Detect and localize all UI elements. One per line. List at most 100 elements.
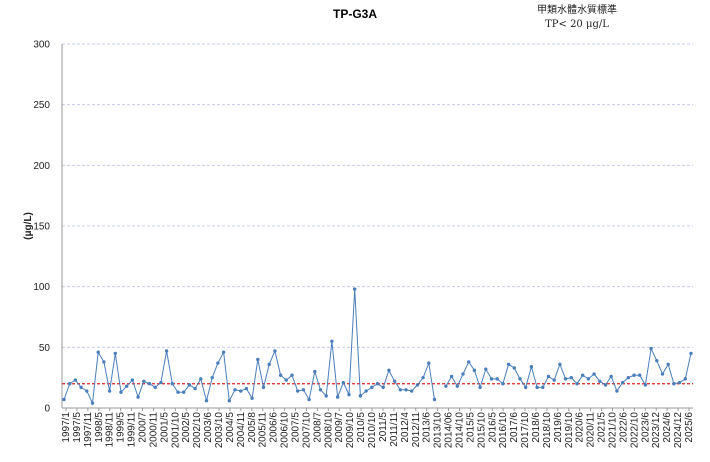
x-tick-label: 2004/5 <box>225 412 236 443</box>
data-point <box>301 388 306 392</box>
data-point <box>307 397 311 402</box>
x-tick-label: 2022/10 <box>629 412 640 449</box>
data-point <box>598 379 602 384</box>
data-point <box>518 377 522 381</box>
data-point <box>210 375 214 380</box>
data-point <box>375 382 380 386</box>
data-point <box>153 385 157 390</box>
x-tick-label: 2009/10 <box>345 412 356 449</box>
x-tick-label: 2012/4 <box>400 412 411 443</box>
data-point <box>221 350 226 354</box>
data-point <box>683 377 687 381</box>
data-point <box>113 351 118 356</box>
data-point <box>398 388 402 392</box>
x-tick-label: 2005/8 <box>247 412 258 443</box>
x-tick-label: 1997/5 <box>72 412 83 443</box>
x-tick-label: 2023/12 <box>651 412 662 449</box>
x-tick-label: 2005/11 <box>258 412 269 448</box>
data-point <box>495 377 499 381</box>
x-tick-label: 2015/5 <box>465 412 476 443</box>
data-point <box>284 378 288 382</box>
data-point <box>199 377 203 381</box>
data-point <box>666 362 670 367</box>
x-tick-label: 2004/11 <box>236 412 247 448</box>
data-point <box>239 389 243 393</box>
x-tick-label: 2001/10 <box>170 412 181 449</box>
y-tick-label: 100 <box>33 282 50 293</box>
data-point <box>421 375 425 380</box>
data-point <box>660 372 665 376</box>
data-point <box>125 384 129 388</box>
data-point <box>444 384 448 388</box>
x-tick-label: 1997/11 <box>83 412 94 448</box>
data-point <box>472 368 477 373</box>
x-tick-label: 1998/5 <box>94 412 105 443</box>
data-point <box>558 362 562 367</box>
data-point <box>142 379 146 384</box>
x-tick-label: 2014/10 <box>454 412 465 449</box>
x-tick-label: 2002/5 <box>181 412 192 443</box>
data-point <box>638 373 642 377</box>
x-tick-label: 2023/6 <box>640 412 651 443</box>
data-point <box>324 394 328 398</box>
x-tick-label: 2016/5 <box>487 412 498 443</box>
x-tick-label: 2003/10 <box>214 412 225 449</box>
x-tick-label: 2021/10 <box>607 412 618 449</box>
x-tick-label: 2007/10 <box>301 412 312 449</box>
data-point <box>575 382 579 386</box>
x-tick-label: 2015/10 <box>476 412 487 449</box>
x-tick-label: 2020/11 <box>586 412 597 448</box>
x-tick-label: 2006/10 <box>280 412 291 449</box>
data-point <box>392 379 397 384</box>
x-tick-label: 2018/10 <box>542 412 553 449</box>
data-point <box>370 385 374 390</box>
x-tick-label: 2003/6 <box>203 412 214 443</box>
data-point <box>330 339 334 343</box>
data-point <box>96 350 100 354</box>
x-tick-label: 2001/5 <box>159 412 170 443</box>
data-point <box>102 360 106 364</box>
data-point <box>455 384 459 388</box>
x-tick-label: 2024/12 <box>673 412 684 449</box>
data-point <box>569 375 573 380</box>
y-tick-labels: 0 50 100 150 200 250 300 <box>33 40 50 415</box>
data-point <box>649 346 653 351</box>
data-point <box>546 374 551 379</box>
data-point <box>529 365 534 369</box>
data-point <box>603 383 608 387</box>
series-tp <box>62 287 693 405</box>
x-tick-label: 2013/6 <box>422 412 433 443</box>
data-point <box>689 351 693 356</box>
data-point <box>267 362 271 367</box>
data-point <box>204 399 209 403</box>
x-tick-label: 1998/11 <box>105 412 116 448</box>
data-point <box>563 377 568 381</box>
data-point <box>358 394 363 398</box>
data-point <box>432 397 437 402</box>
x-tick-label: 2024/6 <box>662 412 673 443</box>
data-point <box>415 383 420 387</box>
data-point <box>643 383 648 387</box>
data-point <box>615 389 619 393</box>
y-axis-label: (μg/L) <box>23 212 34 240</box>
x-tick-label: 2017/6 <box>509 412 520 443</box>
x-tick-label: 2022/6 <box>618 412 629 443</box>
data-point <box>79 385 83 390</box>
y-tick-label: 50 <box>39 343 51 354</box>
data-point <box>552 378 556 382</box>
x-tick-label: 2021/5 <box>597 412 608 443</box>
data-point <box>273 349 277 353</box>
x-tick-label: 2013/10 <box>433 412 444 449</box>
data-point <box>68 382 72 386</box>
x-tick-label: 2011/11 <box>389 412 400 447</box>
data-point <box>626 375 630 380</box>
grid-lines <box>62 43 693 348</box>
data-point <box>609 374 613 379</box>
data-point <box>461 372 465 376</box>
data-point <box>233 388 237 392</box>
data-point <box>193 386 197 391</box>
x-tick-label: 2012/11 <box>411 412 422 448</box>
series-line <box>63 289 435 405</box>
data-point <box>449 374 454 379</box>
data-point <box>216 361 220 365</box>
